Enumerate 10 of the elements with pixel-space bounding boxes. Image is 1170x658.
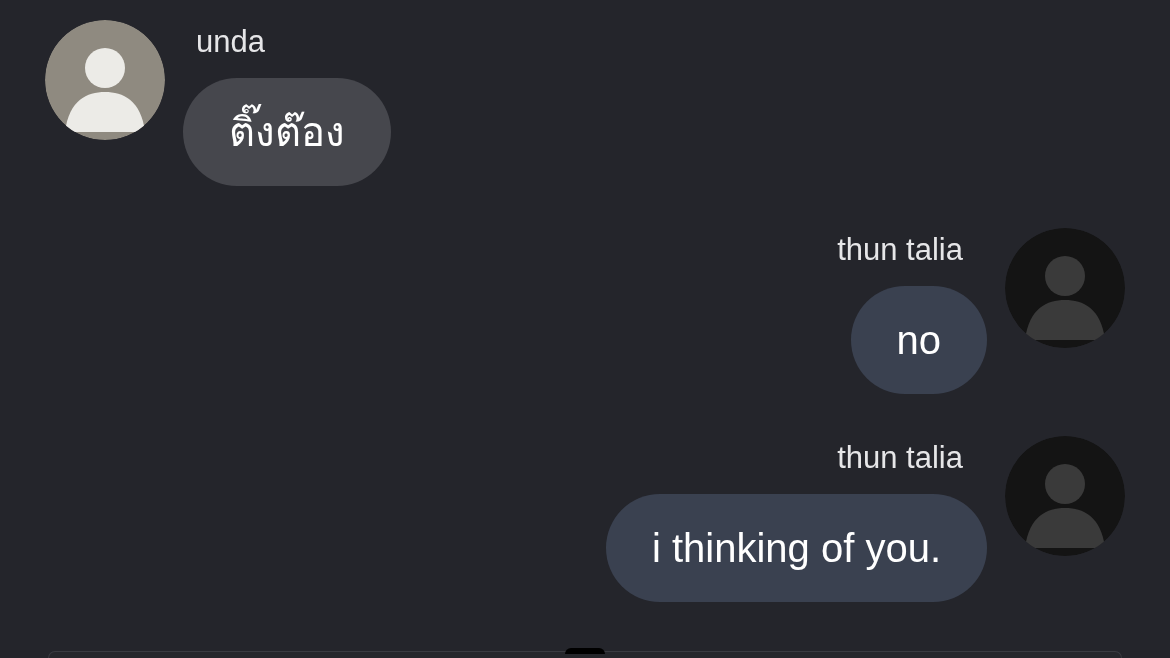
message-bubble: i thinking of you. [605,494,987,602]
avatar-icon [1005,228,1125,348]
sender-name: unda [195,23,265,61]
avatar-icon [1005,436,1125,556]
sender-name: thun talia [837,439,964,477]
input-field[interactable] [48,651,1122,658]
message-bubble: ติ๊งต๊อง [183,78,391,186]
sender-name: thun talia [837,231,964,269]
avatar-icon [45,20,165,140]
message-bubble: no [850,286,987,394]
